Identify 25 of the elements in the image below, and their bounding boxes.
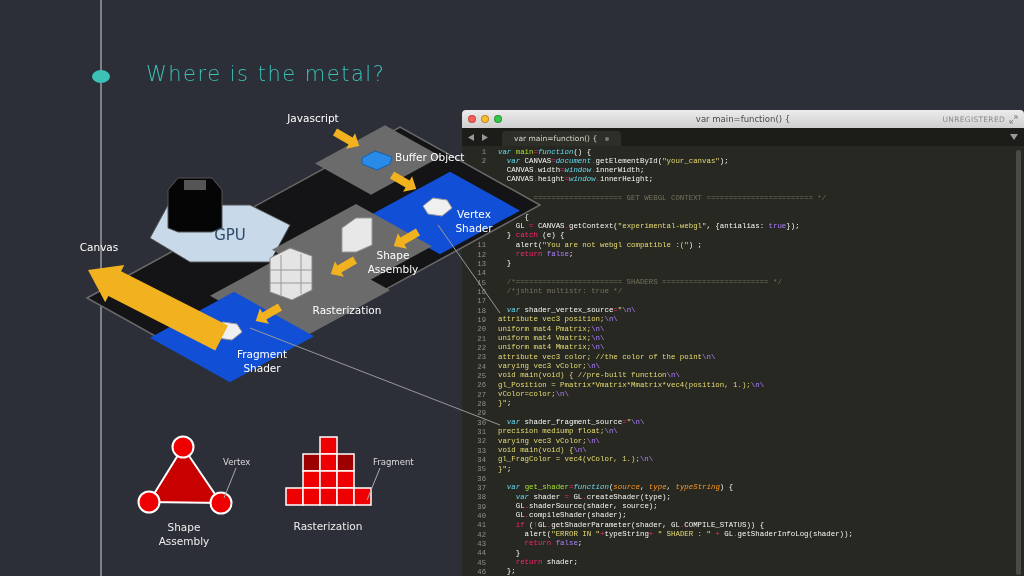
slide-title: Where is the metal? <box>146 62 386 86</box>
minimize-button[interactable] <box>481 115 489 123</box>
forward-arrow-icon[interactable] <box>482 134 488 141</box>
dot-icon <box>605 136 610 141</box>
stage-label: Canvas <box>79 241 119 253</box>
legend-label: Vertex <box>223 457 251 467</box>
leader-line <box>366 467 381 501</box>
stage-label: GPU <box>214 226 246 244</box>
legend-label: Fragment <box>373 457 414 467</box>
legend-caption: Rasterization <box>293 520 363 532</box>
fullscreen-icon[interactable] <box>1009 114 1018 124</box>
legend-caption: Shape Assembly <box>158 521 210 547</box>
dropdown-caret-icon[interactable] <box>1010 134 1018 140</box>
stage-label: Rasterization <box>312 304 382 316</box>
stage-label: Vertex Shader <box>455 208 493 234</box>
back-arrow-icon[interactable] <box>468 134 474 141</box>
timeline-dot <box>92 70 110 83</box>
scrollbar[interactable] <box>1016 149 1021 575</box>
close-button[interactable] <box>468 115 476 123</box>
stage-label: Buffer Object <box>395 151 465 163</box>
stage-label: Shape Assembly <box>367 249 419 275</box>
maximize-button[interactable] <box>494 115 502 123</box>
stage-label: Javascript <box>287 112 339 124</box>
window-title: var main=function() { <box>695 114 791 124</box>
leader-line <box>223 467 237 499</box>
